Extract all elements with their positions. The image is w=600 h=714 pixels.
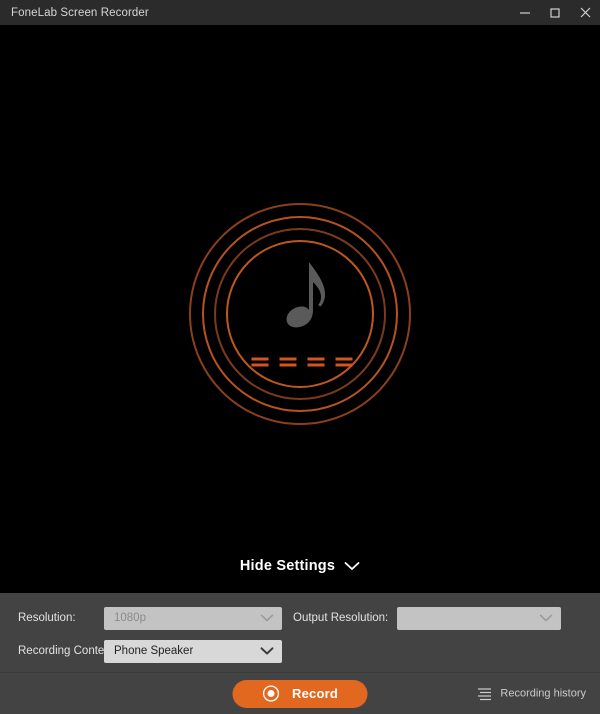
window-controls (510, 0, 600, 25)
chevron-down-icon (260, 614, 274, 622)
chevron-down-icon (344, 562, 360, 570)
audio-bar (307, 363, 325, 367)
audio-bar (279, 363, 297, 367)
app-window: FoneLab Screen Recorder Hide Settings Re… (0, 0, 600, 714)
window-title: FoneLab Screen Recorder (11, 6, 149, 19)
resolution-row: Resolution: 1080p Output Resolution: (0, 606, 600, 630)
title-bar: FoneLab Screen Recorder (0, 0, 600, 25)
audio-bar (307, 357, 325, 361)
recording-history-button[interactable]: Recording history (477, 687, 586, 700)
recording-content-select[interactable]: Phone Speaker (104, 639, 282, 663)
recording-history-label: Recording history (500, 687, 586, 700)
chevron-down-icon (539, 614, 553, 622)
minimize-button[interactable] (510, 0, 540, 25)
audio-bar-group (307, 357, 325, 367)
output-resolution-select[interactable] (397, 606, 562, 630)
audio-bar-group (335, 357, 353, 367)
preview-area: Hide Settings (0, 25, 600, 592)
resolution-label: Resolution: (18, 612, 76, 624)
recording-content-value: Phone Speaker (114, 645, 194, 657)
close-button[interactable] (570, 0, 600, 25)
audio-level-bars (251, 357, 353, 367)
audio-bar (251, 357, 269, 361)
audio-bar-group (251, 357, 269, 367)
music-note-icon (279, 260, 325, 332)
resolution-value: 1080p (114, 612, 146, 624)
close-icon (580, 7, 590, 18)
audio-bar (279, 357, 297, 361)
record-dot-icon (262, 685, 279, 702)
output-resolution-label: Output Resolution: (293, 612, 389, 624)
list-menu-icon (478, 687, 492, 700)
audio-bar (251, 363, 269, 367)
minimize-icon (520, 11, 530, 14)
audio-visualizer (185, 199, 415, 429)
resolution-select[interactable]: 1080p (104, 606, 282, 630)
maximize-icon (550, 7, 560, 18)
audio-bar (335, 363, 353, 367)
hide-settings-toggle[interactable]: Hide Settings (0, 558, 600, 574)
maximize-button[interactable] (540, 0, 570, 25)
recording-content-row: Recording Content: Phone Speaker (0, 639, 600, 663)
record-button[interactable]: Record (232, 679, 368, 708)
recording-content-label: Recording Content: (18, 645, 118, 657)
bottom-bar: Record Recording history (0, 672, 600, 714)
hide-settings-label: Hide Settings (239, 558, 336, 574)
settings-panel: Resolution: 1080p Output Resolution: Rec… (0, 592, 600, 672)
audio-bar (335, 357, 353, 361)
record-button-label: Record (292, 686, 338, 701)
chevron-down-icon (260, 647, 274, 655)
audio-bar-group (279, 357, 297, 367)
